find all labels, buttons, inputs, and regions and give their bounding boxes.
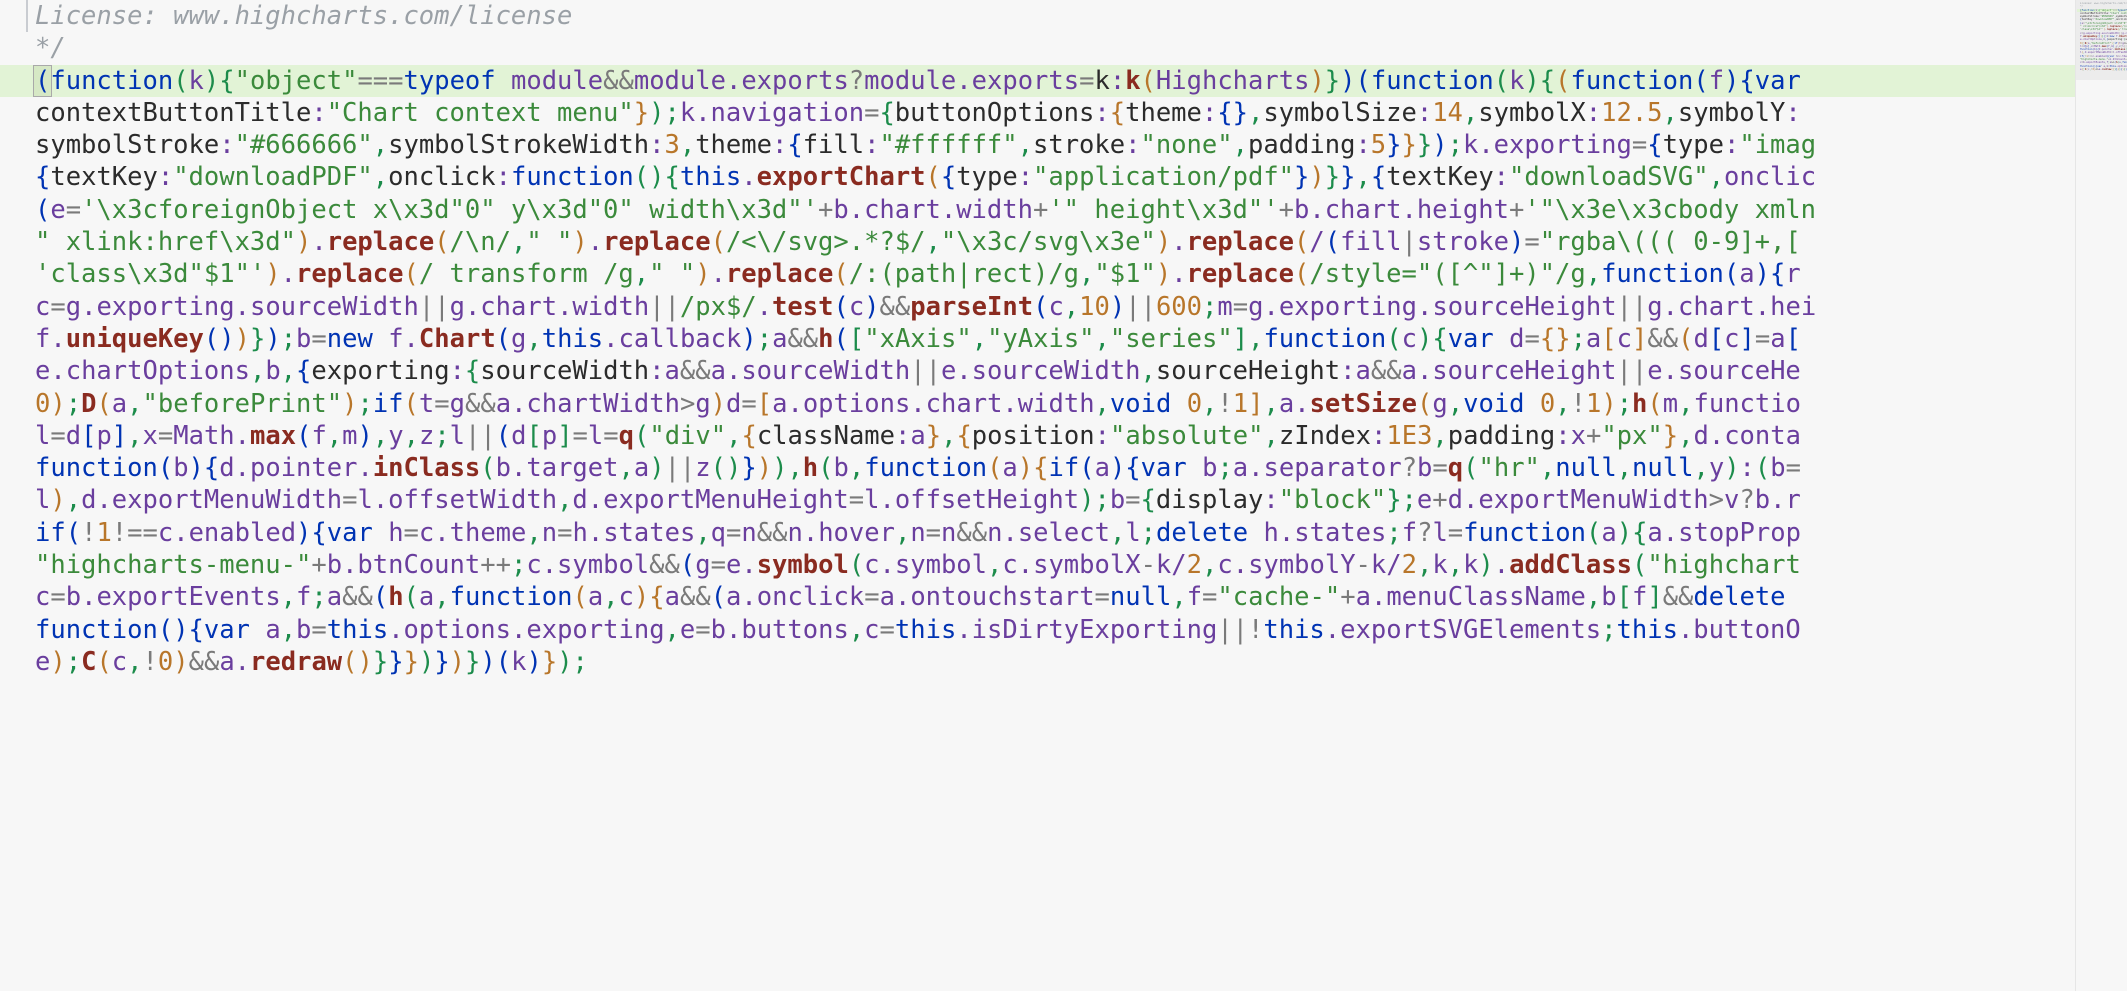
code-line[interactable]: function(){var a,b=this.options.exportin… xyxy=(0,614,2075,646)
code-line[interactable]: l),d.exportMenuWidth=l.offsetWidth,d.exp… xyxy=(0,484,2075,516)
code-line[interactable]: 0);D(a,"beforePrint");if(t=g&&a.chartWid… xyxy=(0,388,2075,420)
minimap-code-preview: License: www.highcharts.com/license*/(fu… xyxy=(2077,2,2127,71)
code-line[interactable]: f.uniqueKey())});b=new f.Chart(g,this.ca… xyxy=(0,323,2075,355)
code-line[interactable]: e);C(c,!0)&&a.redraw()}}})})})(k)}); xyxy=(0,646,2075,678)
code-line[interactable]: c=g.exporting.sourceWidth||g.chart.width… xyxy=(0,291,2075,323)
code-editor-window: License: www.highcharts.com/license */(fu… xyxy=(0,0,2127,991)
code-line[interactable]: function(b){d.pointer.inClass(b.target,a… xyxy=(0,452,2075,484)
code-line[interactable]: " xlink:href\x3d").replace(/\n/," ").rep… xyxy=(0,226,2075,258)
code-line[interactable]: */ xyxy=(0,32,2075,64)
code-line[interactable]: l=d[p],x=Math.max(f,m),y,z;l||(d[p]=l=q(… xyxy=(0,420,2075,452)
code-line[interactable]: e.chartOptions,b,{exporting:{sourceWidth… xyxy=(0,355,2075,387)
code-line[interactable]: License: www.highcharts.com/license xyxy=(0,0,2075,33)
editor-minimap[interactable]: License: www.highcharts.com/license*/(fu… xyxy=(2075,0,2127,991)
code-line[interactable]: "highcharts-menu-"+b.btnCount++;c.symbol… xyxy=(0,549,2075,581)
code-line[interactable]: 'class\x3d"$1"').replace(/ transform /g,… xyxy=(0,258,2075,290)
code-line[interactable]: c=b.exportEvents,f;a&&(h(a,function(a,c)… xyxy=(0,581,2075,613)
code-line[interactable]: contextButtonTitle:"Chart context menu"}… xyxy=(0,97,2075,129)
code-line[interactable]: symbolStroke:"#666666",symbolStrokeWidth… xyxy=(0,129,2075,161)
code-line[interactable]: if(!1!==c.enabled){var h=c.theme,n=h.sta… xyxy=(0,517,2075,549)
code-line[interactable]: {textKey:"downloadPDF",onclick:function(… xyxy=(0,161,2075,193)
code-lines-container[interactable]: License: www.highcharts.com/license */(fu… xyxy=(0,0,2075,678)
code-line[interactable]: (e='\x3cforeignObject x\x3d"0" y\x3d"0" … xyxy=(0,194,2075,226)
code-line[interactable]: (function(k){"object"===typeof module&&m… xyxy=(0,64,2075,97)
editor-text-area[interactable]: License: www.highcharts.com/license */(fu… xyxy=(0,0,2075,991)
minimap-line: e);C(c,!0)&&a.redraw()}}})})})(k)}); xyxy=(2080,67,2127,71)
